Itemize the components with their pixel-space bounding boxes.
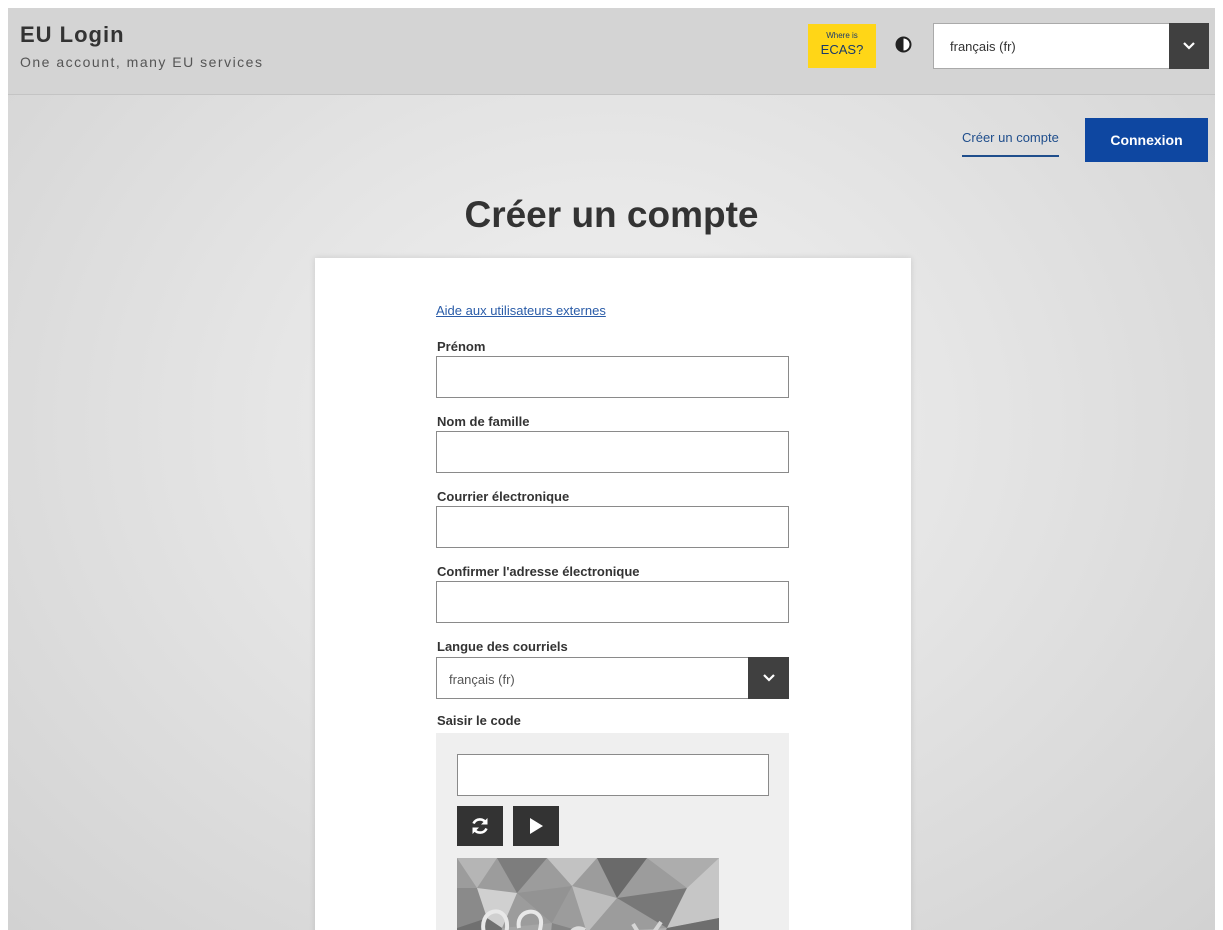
email-language-value: français (fr)	[449, 672, 515, 687]
play-icon	[530, 818, 543, 834]
captcha-image	[457, 858, 719, 930]
email-language-label: Langue des courriels	[437, 639, 568, 654]
external-user-help-link[interactable]: Aide aux utilisateurs externes	[436, 303, 606, 318]
login-button[interactable]: Connexion	[1085, 118, 1208, 162]
chevron-down-icon[interactable]	[748, 657, 789, 699]
email-confirm-label: Confirmer l'adresse électronique	[437, 564, 640, 579]
audio-captcha-button[interactable]	[513, 806, 559, 846]
email-label: Courrier électronique	[437, 489, 570, 504]
email-confirm-input[interactable]	[436, 581, 789, 623]
email-input[interactable]	[436, 506, 789, 548]
email-language-select[interactable]: français (fr)	[436, 657, 789, 699]
create-account-link[interactable]: Créer un compte	[962, 130, 1059, 157]
where-is-ecas-link[interactable]: Where is ECAS?	[808, 24, 876, 68]
captcha-panel	[436, 733, 789, 930]
captcha-label: Saisir le code	[437, 713, 521, 728]
page-title: Créer un compte	[464, 194, 759, 235]
first-name-label: Prénom	[437, 339, 486, 354]
ecas-badge-line2: ECAS?	[820, 42, 864, 57]
captcha-input[interactable]	[457, 754, 769, 796]
page-frame: EU Login One account, many EU services W…	[8, 8, 1215, 930]
registration-card: Aide aux utilisateurs externes Prénom No…	[315, 258, 911, 930]
last-name-label: Nom de famille	[437, 414, 530, 429]
site-language-value: français (fr)	[950, 39, 1016, 54]
site-header: EU Login One account, many EU services W…	[8, 8, 1215, 95]
brand-tagline: One account, many EU services	[20, 54, 264, 70]
contrast-icon[interactable]	[895, 36, 912, 53]
refresh-icon	[472, 818, 488, 834]
first-name-input[interactable]	[436, 356, 789, 398]
last-name-input[interactable]	[436, 431, 789, 473]
refresh-captcha-button[interactable]	[457, 806, 503, 846]
chevron-down-icon[interactable]	[1169, 23, 1209, 69]
brand-title: EU Login	[20, 22, 125, 47]
ecas-badge-line1: Where is	[826, 31, 858, 40]
site-language-select[interactable]: français (fr)	[933, 23, 1209, 69]
